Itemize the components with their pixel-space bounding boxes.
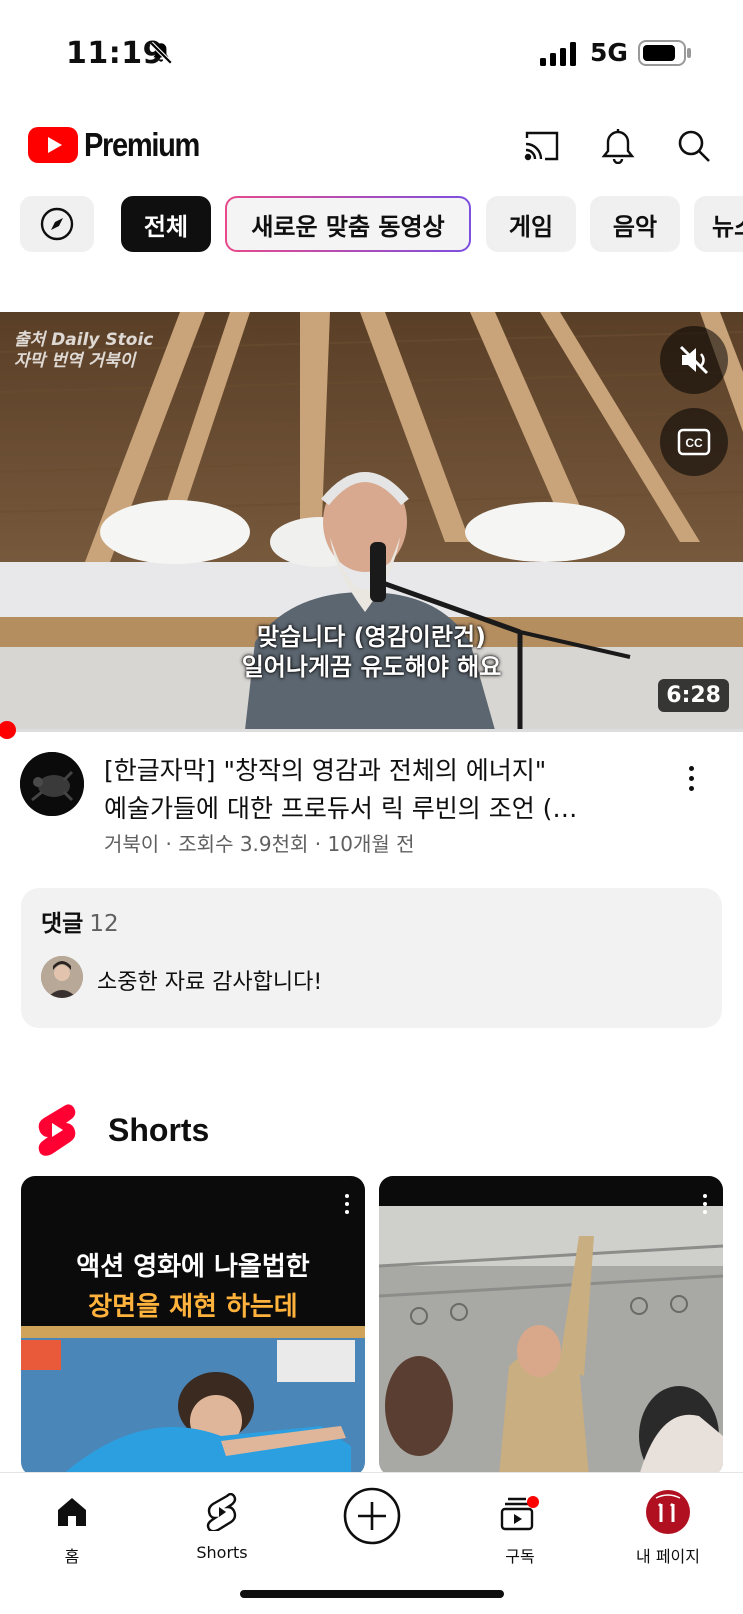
nav-my-page[interactable]: 내 페이지	[608, 1487, 728, 1567]
svg-text:CC: CC	[685, 436, 703, 450]
comments-count: 12	[89, 911, 119, 937]
nav-shorts[interactable]: Shorts	[162, 1487, 282, 1562]
short-more-options-icon[interactable]	[345, 1194, 349, 1214]
short-caption-line-2: 장면을 재현 하는데	[88, 1292, 298, 1322]
closed-captions-icon: CC	[677, 428, 711, 456]
video-player[interactable]: 출처 Daily Stoic 자막 번역 거북이 CC 맞습니다 (영감이란건)…	[0, 312, 743, 730]
captions-button[interactable]: CC	[660, 408, 728, 476]
chip-all[interactable]: 전체	[121, 196, 211, 252]
shorts-label: Shorts	[108, 1111, 210, 1148]
video-title[interactable]: [한글자막] "창작의 영감과 전체의 에너지" 예술가들에 대한 프로듀서 릭…	[104, 752, 664, 828]
short-card[interactable]: 액션 영화에 나올법한 장면을 재현 하는데	[21, 1176, 365, 1476]
nav-create[interactable]	[312, 1487, 432, 1551]
video-metadata: 거북이 · 조회수 3.9천회 · 10개월 전	[104, 832, 415, 856]
bottom-navigation: 홈 Shorts 구독 내 페이지	[0, 1472, 743, 1614]
category-chips: 전체 새로운 맞춤 동영상 게임 음악 뉴스	[0, 196, 743, 254]
subtitle-line-2: 일어나게끔 유도해야 해요	[241, 653, 502, 681]
status-bar: 11:19 5G	[0, 0, 743, 100]
youtube-logo-icon	[28, 127, 78, 163]
comments-card[interactable]: 댓글 12 소중한 자료 감사합니다!	[21, 888, 722, 1028]
video-watermark: 출처 Daily Stoic 자막 번역 거북이	[14, 330, 154, 371]
cellular-signal-icon	[540, 42, 580, 70]
short-more-options-icon[interactable]	[703, 1194, 707, 1214]
explore-chip[interactable]	[20, 196, 94, 252]
short-thumbnail	[21, 1176, 365, 1476]
short-caption-line-1: 액션 영화에 나올법한	[76, 1252, 310, 1282]
shorts-section-header: Shorts	[36, 1100, 209, 1160]
top-comment-text: 소중한 자료 감사합니다!	[97, 970, 323, 995]
network-type: 5G	[590, 38, 628, 67]
app-header: Premium	[0, 118, 743, 178]
mute-toggle-button[interactable]	[660, 326, 728, 394]
profile-avatar-icon	[646, 1490, 690, 1534]
more-options-icon[interactable]	[676, 758, 706, 798]
brand-text: Premium	[84, 126, 200, 163]
silent-mode-icon	[148, 40, 174, 70]
playback-scrubber[interactable]	[0, 721, 16, 739]
short-thumbnail	[379, 1176, 723, 1476]
subtitle-line-1: 맞습니다 (영감이란건)	[256, 623, 486, 651]
explore-compass-icon	[40, 207, 74, 241]
subscriptions-icon	[500, 1496, 539, 1531]
search-icon[interactable]	[672, 124, 716, 168]
comments-header: 댓글 12	[41, 911, 119, 937]
shorts-icon	[206, 1493, 237, 1531]
chip-news[interactable]: 뉴스	[694, 196, 743, 252]
battery-icon	[638, 40, 692, 70]
nav-subscriptions[interactable]: 구독	[460, 1487, 580, 1567]
video-duration: 6:28	[658, 679, 729, 712]
cast-icon[interactable]	[520, 124, 564, 168]
chip-music[interactable]: 음악	[590, 196, 680, 252]
chip-gaming[interactable]: 게임	[486, 196, 576, 252]
volume-off-icon	[679, 345, 709, 375]
notification-bell-icon[interactable]	[596, 124, 640, 168]
create-plus-icon	[343, 1487, 401, 1545]
youtube-premium-logo[interactable]: Premium	[28, 126, 215, 164]
nav-home[interactable]: 홈	[12, 1487, 132, 1567]
short-card[interactable]	[379, 1176, 723, 1476]
shorts-logo-icon	[38, 1104, 76, 1156]
home-icon	[58, 1498, 86, 1526]
channel-avatar[interactable]	[20, 752, 84, 816]
video-details[interactable]: [한글자막] "창작의 영감과 전체의 에너지" 예술가들에 대한 프로듀서 릭…	[0, 750, 743, 860]
home-indicator	[240, 1590, 504, 1598]
playback-progress-bar[interactable]	[0, 729, 743, 732]
commenter-avatar	[41, 956, 83, 998]
chip-new-for-you[interactable]: 새로운 맞춤 동영상	[225, 196, 471, 252]
